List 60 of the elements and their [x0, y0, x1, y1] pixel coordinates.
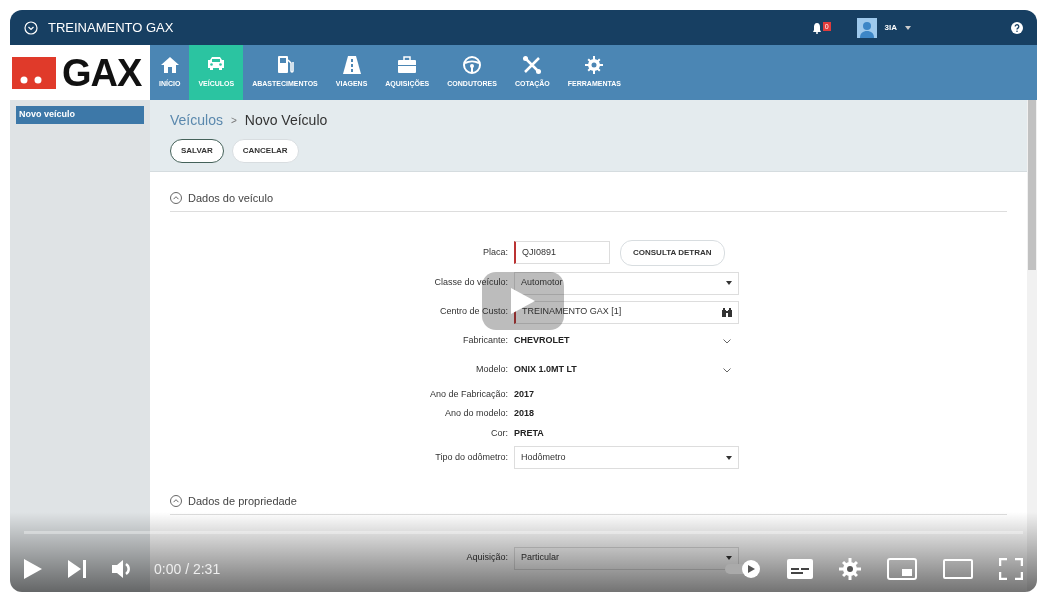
gear-icon	[584, 55, 605, 76]
miniplayer-icon[interactable]	[887, 558, 917, 580]
field-label: Ano do modelo:	[443, 407, 508, 420]
house-icon	[159, 55, 180, 76]
field-label: Modelo:	[474, 363, 508, 377]
scrollbar[interactable]	[1027, 100, 1037, 592]
caret-icon	[726, 455, 732, 460]
field-value: PRETA	[514, 426, 544, 440]
fuel-pump-icon	[275, 55, 295, 76]
section-title: Dados do veículo	[188, 191, 273, 206]
breadcrumb-separator: >	[230, 114, 237, 128]
select-field[interactable]: Hodômetro	[514, 446, 739, 469]
bell-icon[interactable]	[811, 21, 822, 34]
fullscreen-icon[interactable]	[999, 558, 1023, 580]
field-label: Ano de Fabricação:	[428, 387, 508, 401]
section-title: Dados de propriedade	[188, 494, 297, 509]
logo-text: GAX	[62, 53, 142, 92]
field-label: Fabricante:	[461, 334, 508, 348]
collapse-icon[interactable]	[170, 192, 182, 205]
plate-field[interactable]: QJI0891	[514, 241, 610, 264]
briefcase-icon	[397, 55, 418, 76]
user-menu[interactable]: 3IA	[884, 21, 911, 34]
caret-icon	[726, 556, 732, 560]
binoculars-icon[interactable]	[722, 307, 732, 317]
collapse-icon	[24, 20, 38, 35]
avatar-icon	[856, 17, 877, 38]
field-value: CHEVROLET	[514, 334, 570, 348]
field-label: Tipo do odômetro:	[434, 450, 508, 464]
theater-mode-icon[interactable]	[943, 559, 973, 579]
app-title: TREINAMENTO GAX	[48, 18, 174, 37]
field-value: ONIX 1.0MT LT	[514, 363, 577, 377]
consult-button[interactable]: CONSULTA DETRAN	[620, 239, 725, 266]
select-field[interactable]: Particular	[514, 546, 739, 570]
next-icon[interactable]	[68, 560, 86, 578]
field-value: 2017	[514, 387, 535, 401]
breadcrumb-link[interactable]: Veículos	[170, 110, 223, 131]
road-icon	[341, 55, 362, 76]
field-label: Cor:	[490, 426, 508, 440]
caret-icon	[905, 25, 911, 30]
tools-icon	[522, 55, 543, 76]
settings-icon[interactable]	[839, 558, 861, 580]
caret-icon	[726, 281, 732, 285]
page-title: Novo Veículo	[244, 111, 328, 130]
field-label: Centro de Custo:	[438, 305, 508, 319]
steering-wheel-icon	[462, 55, 483, 76]
sidebar-item[interactable]: Novo veículo	[16, 106, 144, 124]
save-button[interactable]: SALVAR	[170, 139, 224, 163]
play-icon[interactable]	[24, 559, 42, 579]
field-label: Classe do veículo:	[433, 276, 508, 290]
field-value: 2018	[514, 407, 535, 420]
field-label: Placa:	[482, 245, 508, 259]
video-time: 0:00 / 2:31	[154, 559, 221, 579]
chevron-down-icon[interactable]	[723, 367, 731, 373]
autoplay-toggle-icon[interactable]	[725, 559, 761, 579]
field-label: Aquisição:	[465, 551, 508, 565]
chevron-down-icon[interactable]	[723, 338, 731, 344]
collapse-icon[interactable]	[170, 495, 182, 508]
cancel-button[interactable]: CANCELAR	[231, 139, 299, 163]
help-icon[interactable]	[1011, 21, 1023, 34]
subtitles-icon[interactable]	[787, 559, 813, 579]
